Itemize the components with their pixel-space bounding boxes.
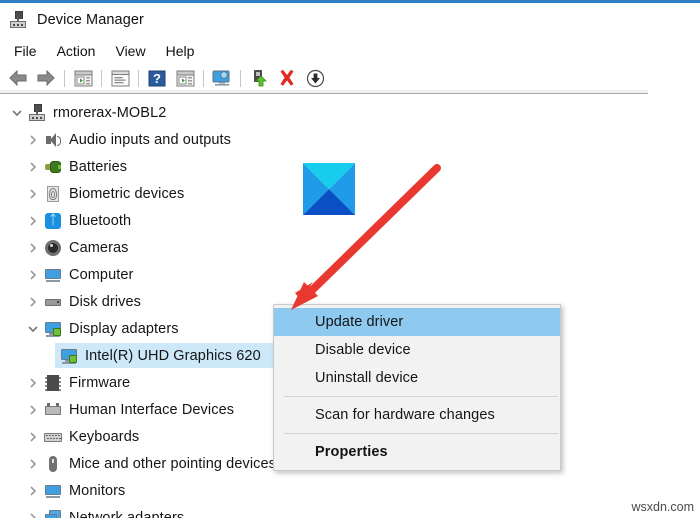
chevron-right-icon[interactable] (22, 369, 44, 396)
tree-node-label: Firmware (69, 374, 131, 391)
toolbar-separator (240, 69, 241, 87)
chevron-right-icon[interactable] (22, 180, 44, 207)
tree-node-label: Keyboards (69, 428, 140, 445)
context-menu-item-scan-for-hardware-changes[interactable]: Scan for hardware changes (274, 401, 560, 429)
tree-node-computer[interactable]: Computer (0, 261, 648, 288)
tree-node-label: rmorerax-MOBL2 (53, 104, 167, 121)
firmware-icon (44, 374, 62, 392)
chevron-right-icon[interactable] (22, 288, 44, 315)
hid-icon (44, 401, 62, 419)
menu-bar: File Action View Help (0, 38, 700, 64)
blue-x-logo (303, 163, 355, 215)
menu-item-view[interactable]: View (105, 40, 155, 62)
toolbar: ? (0, 64, 700, 92)
svg-text:?: ? (153, 71, 161, 86)
context-menu-item-uninstall-device[interactable]: Uninstall device (274, 364, 560, 392)
mouse-icon (44, 455, 62, 473)
tree-node-label: Intel(R) UHD Graphics 620 (85, 347, 261, 364)
tree-node-label: Computer (69, 266, 134, 283)
toolbar-separator (101, 69, 102, 87)
tree-node-label: Cameras (69, 239, 129, 256)
menu-item-file[interactable]: File (4, 40, 47, 62)
chevron-right-icon[interactable] (22, 234, 44, 261)
menu-item-action[interactable]: Action (47, 40, 106, 62)
tree-node-label: Monitors (69, 482, 126, 499)
keyboard-icon (44, 428, 62, 446)
tree-node-label: Bluetooth (69, 212, 132, 229)
enable-device-icon[interactable] (246, 66, 272, 90)
network-adapter-icon (44, 509, 62, 518)
context-menu-separator (284, 433, 558, 434)
update-driver-icon[interactable] (172, 66, 198, 90)
chevron-right-icon[interactable] (22, 396, 44, 423)
back-icon[interactable] (5, 66, 31, 90)
window-title: Device Manager (37, 11, 144, 28)
scan-hardware-changes-icon[interactable] (209, 66, 235, 90)
fingerprint-icon (44, 185, 62, 203)
disk-drive-icon (44, 293, 62, 311)
menu-item-help[interactable]: Help (156, 40, 205, 62)
chevron-right-icon[interactable] (22, 261, 44, 288)
toolbar-divider (0, 93, 648, 94)
tree-node-computer-root[interactable]: rmorerax-MOBL2 (0, 99, 648, 126)
tree-node-label: Biometric devices (69, 185, 185, 202)
forward-icon[interactable] (33, 66, 59, 90)
title-bar: Device Manager (0, 3, 700, 36)
device-manager-icon (9, 10, 27, 29)
properties-icon[interactable] (107, 66, 133, 90)
tree-node-label: Human Interface Devices (69, 401, 235, 418)
chevron-right-icon[interactable] (22, 126, 44, 153)
chevron-right-icon[interactable] (22, 450, 44, 477)
chevron-down-icon[interactable] (22, 315, 44, 342)
chevron-right-icon[interactable] (22, 423, 44, 450)
display-adapter-icon (44, 320, 62, 338)
context-menu-separator (284, 396, 558, 397)
context-menu[interactable]: Update driver Disable device Uninstall d… (273, 304, 561, 471)
toolbar-separator (203, 69, 204, 87)
speaker-icon (44, 131, 62, 149)
device-manager-icon (28, 103, 46, 122)
tree-node-cameras[interactable]: Cameras (0, 234, 648, 261)
toolbar-separator (64, 69, 65, 87)
tree-node-label: Mice and other pointing devices (69, 455, 277, 472)
disable-device-icon[interactable] (302, 66, 328, 90)
watermark: wsxdn.com (631, 500, 694, 514)
display-adapter-icon (60, 347, 78, 365)
chevron-right-icon[interactable] (22, 504, 44, 518)
computer-icon (44, 266, 62, 284)
context-menu-item-disable-device[interactable]: Disable device (274, 336, 560, 364)
toolbar-separator (138, 69, 139, 87)
context-menu-item-properties[interactable]: Properties (274, 438, 560, 466)
tree-node-monitors[interactable]: Monitors (0, 477, 648, 504)
uninstall-device-icon[interactable] (274, 66, 300, 90)
chevron-right-icon[interactable] (22, 207, 44, 234)
tree-node-label: Display adapters (69, 320, 179, 337)
monitor-icon (44, 482, 62, 500)
tree-node-label: Disk drives (69, 293, 141, 310)
chevron-right-icon[interactable] (22, 477, 44, 504)
bluetooth-icon: ᛏ (44, 212, 62, 230)
tree-node-audio-inputs-and-outputs[interactable]: Audio inputs and outputs (0, 126, 648, 153)
show-hide-console-tree-icon[interactable] (70, 66, 96, 90)
tree-node-label: Network adapters (69, 509, 185, 518)
tree-node-network-adapters[interactable]: Network adapters (0, 504, 648, 518)
camera-icon (44, 239, 62, 257)
battery-icon (44, 158, 62, 176)
help-icon[interactable]: ? (144, 66, 170, 90)
tree-node-label: Audio inputs and outputs (69, 131, 232, 148)
chevron-right-icon[interactable] (22, 153, 44, 180)
tree-node-label: Batteries (69, 158, 128, 175)
context-menu-item-update-driver[interactable]: Update driver (274, 308, 560, 336)
chevron-down-icon[interactable] (6, 99, 28, 126)
